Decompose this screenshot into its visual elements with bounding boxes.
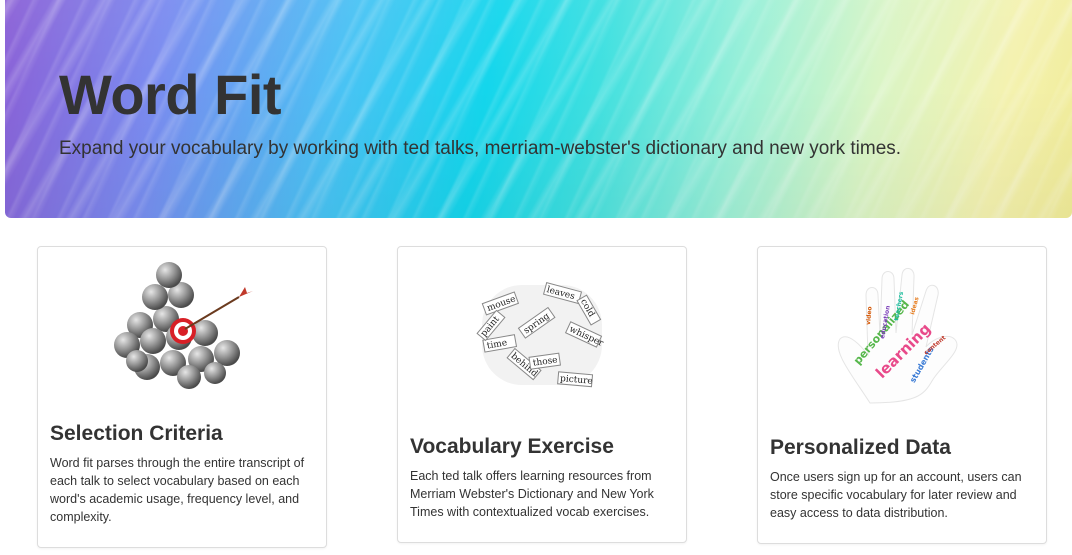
feature-card-personalized-data: learning personalized students education… [757,246,1047,544]
feature-title: Personalized Data [770,436,951,459]
feature-card-vocabulary-exercise: mouse leaves spring whisper time behind … [397,246,687,543]
target-icon [170,318,196,344]
hero-banner: Word Fit Expand your vocabulary by worki… [5,0,1072,218]
word-pile-image: mouse leaves spring whisper time behind … [476,282,605,388]
feature-title: Selection Criteria [50,422,223,445]
feature-description: Word fit parses through the entire trans… [50,456,305,524]
feature-description: Once users sign up for an account, users… [770,470,1022,520]
page-title: Word Fit [59,63,282,126]
hand-word-cloud-image: learning personalized students education… [837,268,958,404]
feature-card-selection-criteria: Selection Criteria Word fit parses throu… [37,246,327,548]
feature-title: Vocabulary Exercise [410,435,614,458]
page-subtitle: Expand your vocabulary by working with t… [59,138,902,159]
target-spheres-image [114,262,253,389]
feature-description: Each ted talk offers learning resources … [410,469,654,519]
